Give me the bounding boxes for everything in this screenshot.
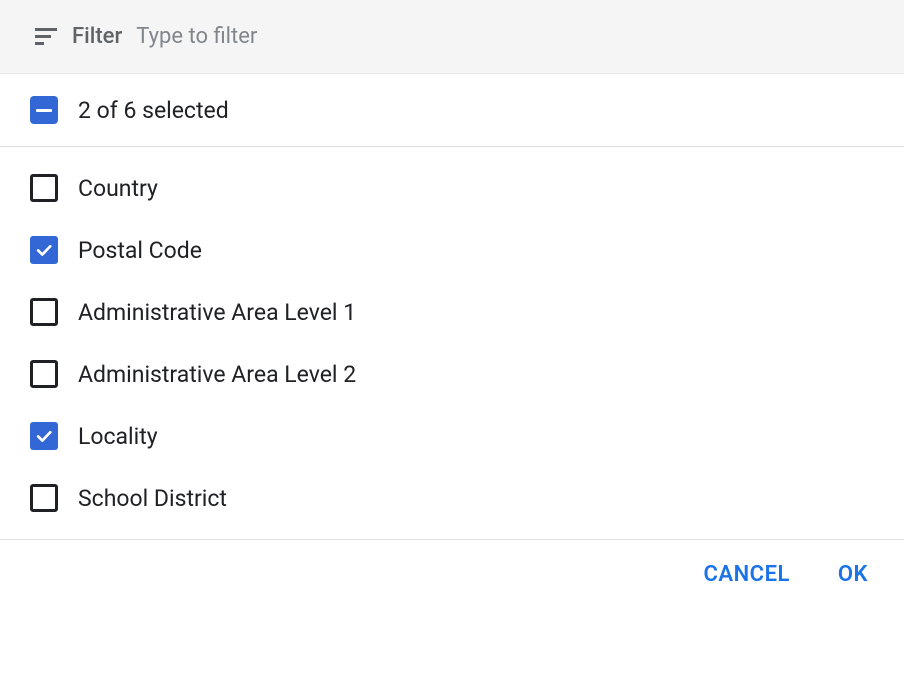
option-school-district[interactable]: School District	[0, 467, 904, 529]
filter-input[interactable]	[136, 24, 870, 49]
option-label: Administrative Area Level 1	[78, 299, 356, 326]
option-label: Postal Code	[78, 237, 202, 264]
checkbox-unchecked[interactable]	[30, 360, 58, 388]
options-list: Country Postal Code Administrative Area …	[0, 147, 904, 540]
option-label: School District	[78, 485, 227, 512]
option-label: Country	[78, 175, 158, 202]
selection-summary: 2 of 6 selected	[78, 97, 229, 124]
checkbox-checked[interactable]	[30, 422, 58, 450]
filter-icon	[34, 25, 58, 49]
option-label: Locality	[78, 423, 158, 450]
checkbox-checked[interactable]	[30, 236, 58, 264]
option-admin-area-2[interactable]: Administrative Area Level 2	[0, 343, 904, 405]
cancel-button[interactable]: CANCEL	[704, 562, 790, 587]
filter-label: Filter	[72, 24, 122, 49]
ok-button[interactable]: OK	[838, 562, 868, 587]
option-country[interactable]: Country	[0, 157, 904, 219]
option-postal-code[interactable]: Postal Code	[0, 219, 904, 281]
check-icon	[34, 240, 54, 260]
indeterminate-icon	[36, 109, 52, 112]
filter-bar: Filter	[0, 0, 904, 74]
select-all-checkbox[interactable]	[30, 96, 58, 124]
checkbox-unchecked[interactable]	[30, 174, 58, 202]
checkbox-unchecked[interactable]	[30, 484, 58, 512]
option-admin-area-1[interactable]: Administrative Area Level 1	[0, 281, 904, 343]
option-label: Administrative Area Level 2	[78, 361, 356, 388]
option-locality[interactable]: Locality	[0, 405, 904, 467]
dialog-buttons: CANCEL OK	[0, 540, 904, 609]
selection-header: 2 of 6 selected	[0, 74, 904, 147]
check-icon	[34, 426, 54, 446]
checkbox-unchecked[interactable]	[30, 298, 58, 326]
